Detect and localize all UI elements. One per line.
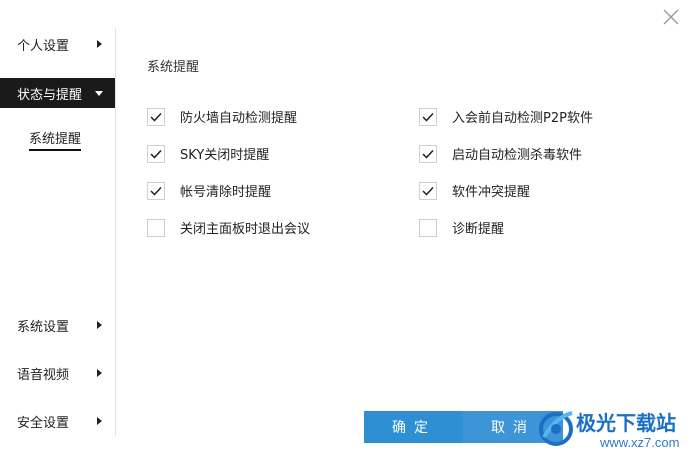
checkmark-icon	[422, 149, 434, 159]
chevron-right-icon	[97, 40, 102, 48]
checkbox[interactable]	[419, 218, 437, 237]
sidebar-item-system-settings[interactable]: 系统设置	[0, 310, 116, 340]
sidebar-divider	[115, 28, 116, 436]
chevron-right-icon	[97, 321, 102, 329]
sidebar-item-security-settings[interactable]: 安全设置	[0, 406, 116, 436]
option-label: 诊断提醒	[452, 222, 505, 237]
checkmark-icon	[422, 112, 434, 122]
close-icon[interactable]	[662, 8, 680, 26]
checkbox[interactable]	[147, 107, 165, 126]
chevron-right-icon	[97, 417, 102, 425]
checkbox[interactable]	[147, 218, 165, 237]
sidebar-subitem-system-reminder[interactable]: 系统提醒	[29, 126, 82, 151]
option-exit-meeting[interactable]: 关闭主面板时退出会议	[147, 218, 310, 237]
sidebar-item-status-reminder[interactable]: 状态与提醒	[0, 78, 116, 108]
checkbox[interactable]	[419, 181, 437, 200]
sidebar-item-label: 状态与提醒	[17, 87, 83, 103]
option-antivirus-check[interactable]: 启动自动检测杀毒软件	[419, 144, 582, 163]
watermark: 极光下载站 www.xz7.com	[536, 405, 686, 457]
watermark-title: 极光下载站	[576, 411, 676, 435]
sidebar-item-label: 系统设置	[17, 319, 70, 335]
sidebar-item-label: 个人设置	[17, 38, 70, 54]
sidebar-item-label: 语音视频	[17, 367, 70, 383]
option-p2p-check[interactable]: 入会前自动检测P2P软件	[419, 107, 593, 126]
sidebar-item-personal-settings[interactable]: 个人设置	[0, 29, 116, 59]
section-title: 系统提醒	[147, 60, 200, 75]
option-sky-close[interactable]: SKY关闭时提醒	[147, 144, 269, 163]
option-software-conflict[interactable]: 软件冲突提醒	[419, 181, 530, 200]
ok-button[interactable]: 确定	[364, 411, 464, 443]
chevron-right-icon	[97, 369, 102, 377]
checkmark-icon	[150, 149, 162, 159]
checkbox[interactable]	[419, 144, 437, 163]
checkbox[interactable]	[147, 144, 165, 163]
option-diagnose[interactable]: 诊断提醒	[419, 218, 504, 237]
checkbox[interactable]	[419, 107, 437, 126]
checkmark-icon	[150, 112, 162, 122]
option-label: 防火墙自动检测提醒	[180, 111, 298, 126]
sidebar-item-label: 安全设置	[17, 415, 70, 431]
sidebar-item-voice-video[interactable]: 语音视频	[0, 358, 116, 388]
checkmark-icon	[422, 186, 434, 196]
option-label: SKY关闭时提醒	[180, 148, 270, 163]
watermark-url: www.xz7.com	[600, 435, 680, 450]
option-label: 关闭主面板时退出会议	[180, 222, 311, 237]
option-label: 入会前自动检测P2P软件	[452, 111, 593, 126]
sidebar: 个人设置 状态与提醒 系统提醒 系统设置 语音视频 安全设置	[0, 0, 116, 460]
watermark-logo-icon	[539, 411, 573, 446]
checkbox[interactable]	[147, 181, 165, 200]
option-label: 帐号清除时提醒	[180, 185, 272, 200]
chevron-down-icon	[95, 91, 103, 96]
checkmark-icon	[150, 186, 162, 196]
option-label: 软件冲突提醒	[452, 185, 531, 200]
option-firewall-check[interactable]: 防火墙自动检测提醒	[147, 107, 297, 126]
option-label: 启动自动检测杀毒软件	[452, 148, 583, 163]
option-account-clear[interactable]: 帐号清除时提醒	[147, 181, 271, 200]
